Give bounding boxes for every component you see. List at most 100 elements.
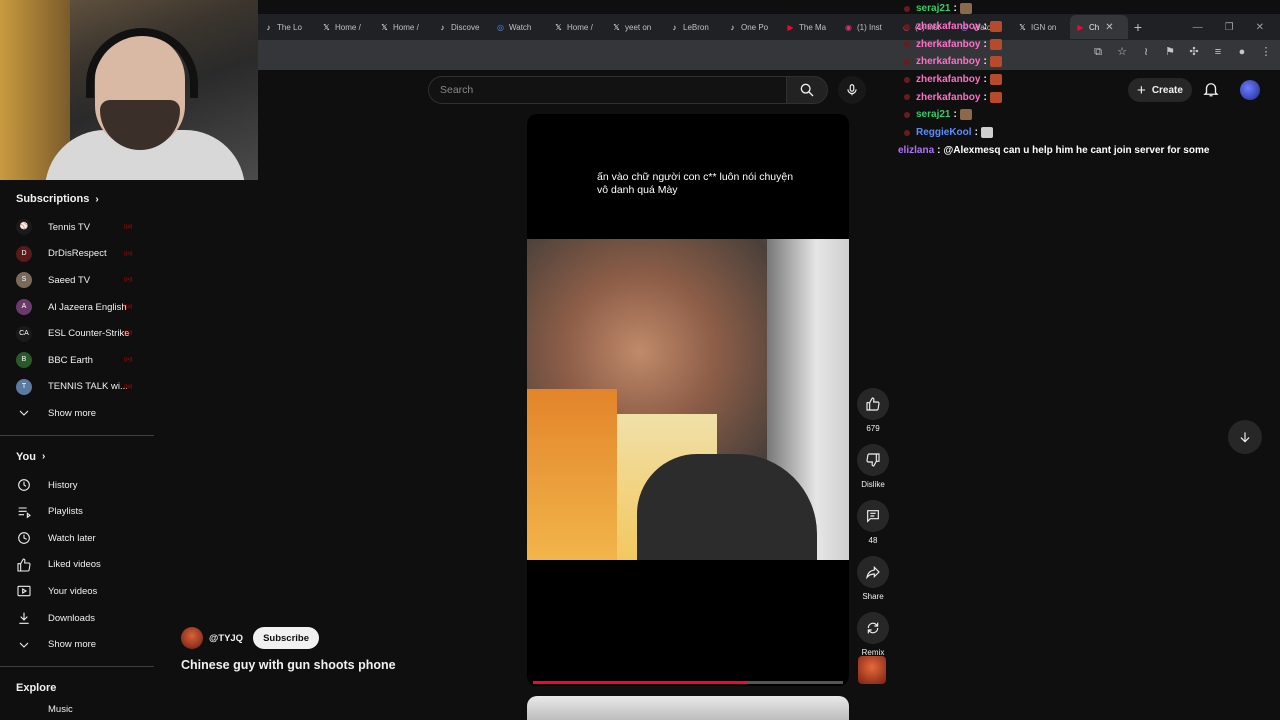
subscription-name: DrDisRespect: [48, 248, 107, 260]
subscription-name: ESL Counter-Strike: [48, 328, 130, 340]
browser-tab[interactable]: 𝕏yeet on: [606, 15, 664, 39]
subscription-item[interactable]: B BBC Earth ((•)): [0, 347, 154, 374]
dislike-action: Dislike: [856, 444, 890, 490]
search-input[interactable]: [428, 76, 786, 104]
sidebar-item-watch-later[interactable]: Watch later: [0, 525, 154, 552]
tiktok-icon: ♪: [730, 22, 735, 32]
menu-dots-icon[interactable]: ⋮: [1260, 46, 1272, 58]
show-more-label: Show more: [48, 639, 97, 651]
tab-label: Watch: [509, 22, 532, 32]
live-indicator-icon: ((•)): [124, 303, 133, 310]
chevron-right-icon: ›: [41, 451, 46, 463]
subscription-item[interactable]: T TENNIS TALK wi... ((•)): [0, 374, 154, 401]
channel-avatar-icon: D: [16, 245, 32, 262]
chat-badge-icon: [904, 5, 910, 12]
browser-tab[interactable]: ♪ One Po: [722, 15, 780, 39]
sidebar-item-your-videos[interactable]: Your videos: [0, 578, 154, 605]
sidebar-item-playlists[interactable]: Playlists: [0, 498, 154, 525]
dislike-button[interactable]: [857, 444, 889, 476]
subscriptions-list: ⚾ Tennis TV ((•)) D DrDisRespect ((•)) S Saeed …: [0, 214, 154, 400]
search-icon: [800, 83, 814, 97]
you-list: History Playlists Watch later Liked videos Y…: [0, 472, 154, 632]
browser-tab[interactable]: 𝕏 Home /: [316, 15, 374, 39]
channel-avatar-icon: CA: [16, 325, 32, 342]
chat-separator: :: [983, 74, 987, 86]
chat-username: zherkafanboy: [916, 91, 981, 103]
browser-tab[interactable]: ♪ Discove: [432, 15, 490, 39]
tab-label: yeet on: [625, 22, 652, 32]
thumbs-down-icon: [866, 453, 880, 467]
chat-emote-icon: [980, 127, 993, 139]
subscription-name: Al Jazeera English: [48, 301, 127, 313]
sound-channel-thumbnail[interactable]: [858, 656, 886, 684]
share-button[interactable]: [857, 556, 889, 588]
chat-username: zherkafanboy: [916, 38, 981, 50]
watch-later-icon: [16, 530, 32, 546]
chevron-down-icon: [16, 405, 32, 421]
browser-tab[interactable]: ♪ The Lo: [258, 15, 316, 39]
subscriptions-header[interactable]: Subscriptions ›: [0, 184, 154, 214]
like-action: 679: [856, 388, 890, 434]
subscription-item[interactable]: D DrDisRespect ((•)): [0, 241, 154, 268]
comments-button[interactable]: [857, 500, 889, 532]
chat-emote-icon: [959, 109, 972, 121]
x-icon: 𝕏: [381, 22, 388, 32]
subscribe-button[interactable]: Subscribe: [253, 627, 320, 649]
divider: [0, 434, 154, 436]
chat-badge-icon: [904, 41, 910, 48]
webcam-overlay: [0, 0, 258, 180]
you-header[interactable]: You ›: [0, 442, 154, 472]
shorts-player[interactable]: ấn vào chữ người con c** luôn nói chuyện…: [527, 114, 849, 686]
next-video-button[interactable]: [1228, 420, 1262, 454]
shorts-actions: 679 Dislike 48 Share Remix: [856, 388, 890, 668]
sidebar-item-label: History: [48, 479, 78, 491]
music-icon: [16, 703, 32, 717]
subscriptions-title: Subscriptions: [16, 193, 90, 205]
sidebar-item-label: Watch later: [48, 532, 96, 544]
browser-tab[interactable]: ◉ (1) Inst: [838, 15, 896, 39]
chat-message: seraj21:: [898, 0, 1238, 18]
subscription-item[interactable]: ⚾ Tennis TV ((•)): [0, 214, 154, 241]
chat-separator: :: [983, 21, 987, 33]
video-progress-bar[interactable]: [533, 681, 843, 684]
chevron-right-icon: ›: [95, 193, 99, 205]
chat-message: zherkafanboy:: [898, 53, 1238, 71]
close-window-button[interactable]: ✕: [1256, 22, 1264, 33]
live-indicator-icon: ((•)): [124, 330, 133, 337]
sidebar-item-liked-videos[interactable]: Liked videos: [0, 552, 154, 579]
browser-tab[interactable]: ♪ LeBron: [664, 15, 722, 39]
voice-search-button[interactable]: [838, 76, 866, 104]
channel-name[interactable]: @TYJQ: [209, 633, 243, 644]
browser-tab[interactable]: 𝕏 Home /: [548, 15, 606, 39]
microphone-icon: [847, 84, 857, 96]
tab-label: (1) Inst: [857, 22, 882, 32]
comment-count: 48: [868, 536, 878, 545]
sidebar-item-music[interactable]: Music: [0, 703, 154, 717]
subscription-item[interactable]: S Saeed TV ((•)): [0, 267, 154, 294]
browser-tab[interactable]: ◎ Watch: [490, 15, 548, 39]
tab-label: Home /: [393, 22, 419, 32]
browser-tab[interactable]: ▶ The Ma: [780, 15, 838, 39]
chat-emote-icon: [989, 91, 1002, 103]
subscription-item[interactable]: CA ESL Counter-Strike ((•)): [0, 320, 154, 347]
next-short-preview[interactable]: [527, 696, 849, 720]
subscriptions-show-more[interactable]: Show more: [0, 400, 154, 427]
channel-avatar[interactable]: [181, 627, 203, 649]
you-show-more[interactable]: Show more: [0, 631, 154, 658]
sidebar-item-label: Liked videos: [48, 559, 101, 571]
tiktok-icon: ♪: [672, 22, 677, 32]
browser-tab[interactable]: 𝕏 Home /: [374, 15, 432, 39]
like-button[interactable]: [857, 388, 889, 420]
sidebar-item-history[interactable]: History: [0, 472, 154, 499]
sidebar-item-downloads[interactable]: Downloads: [0, 605, 154, 632]
subscription-item[interactable]: A Al Jazeera English ((•)): [0, 294, 154, 321]
search-button[interactable]: [786, 76, 828, 104]
sidebar-item-label: Your videos: [48, 585, 98, 597]
chat-username: seraj21: [916, 109, 951, 121]
x-icon: 𝕏: [323, 22, 330, 32]
account-avatar[interactable]: [1240, 80, 1260, 100]
chat-username: ReggieKool: [916, 127, 972, 139]
channel-avatar-icon: S: [16, 272, 32, 289]
like-icon: [16, 557, 32, 573]
remix-button[interactable]: [857, 612, 889, 644]
